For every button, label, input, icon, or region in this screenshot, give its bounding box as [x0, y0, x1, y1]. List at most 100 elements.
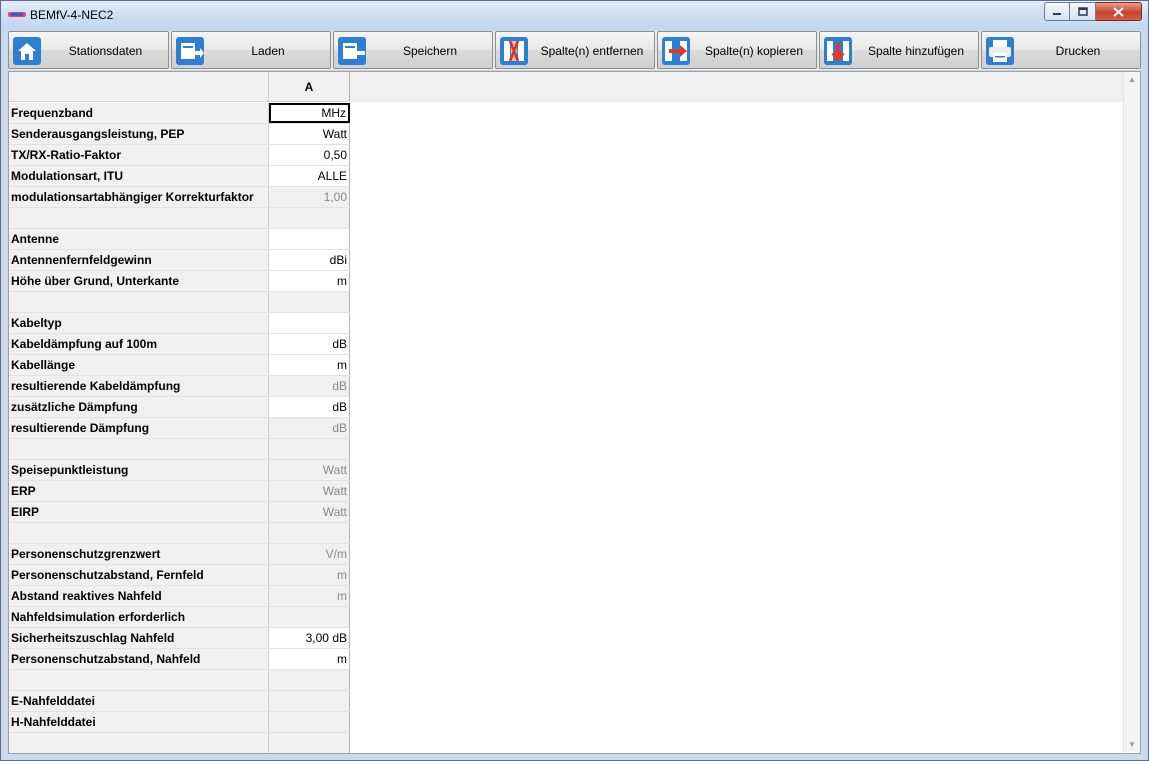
grid-corner — [9, 72, 269, 102]
vertical-scrollbar[interactable]: ▲ ▼ — [1123, 72, 1140, 753]
app-icon — [8, 12, 26, 17]
table-row: resultierende Dämpfung dB — [9, 418, 350, 439]
row-label: Frequenzband — [9, 103, 269, 123]
cell-a[interactable] — [269, 313, 350, 333]
laden-button[interactable]: Laden — [171, 31, 331, 69]
cell-a[interactable]: m — [269, 649, 350, 669]
row-label: Höhe über Grund, Unterkante — [9, 271, 269, 291]
table-row: Antenne — [9, 229, 350, 250]
cell-a: dB — [269, 418, 350, 438]
table-row: Frequenzband MHz — [9, 103, 350, 124]
table-row: resultierende Kabeldämpfung dB — [9, 376, 350, 397]
row-label: resultierende Dämpfung — [9, 418, 269, 438]
table-row: Nahfeldsimulation erforderlich — [9, 607, 350, 628]
table-row: Personenschutzabstand, Nahfeld m — [9, 649, 350, 670]
title-bar: BEMfV-4-NEC2 — [1, 1, 1148, 29]
empty-row — [9, 733, 350, 753]
minimize-button[interactable] — [1044, 2, 1070, 21]
column-header-a[interactable]: A — [269, 72, 350, 102]
cell-a[interactable]: Watt — [269, 124, 350, 144]
table-row — [9, 670, 350, 691]
drucken-button[interactable]: Drucken — [981, 31, 1141, 69]
cell-a: Watt — [269, 502, 350, 522]
table-row: EIRP Watt — [9, 502, 350, 523]
cell-a: Watt — [269, 481, 350, 501]
cell-a — [269, 208, 350, 228]
row-label — [9, 523, 269, 543]
row-label: Sicherheitszuschlag Nahfeld — [9, 628, 269, 648]
window-title: BEMfV-4-NEC2 — [30, 8, 114, 22]
cell-a[interactable]: dBi — [269, 250, 350, 270]
row-label — [9, 670, 269, 690]
cell-a[interactable]: 0,50 — [269, 145, 350, 165]
spalte-hinzufuegen-button[interactable]: Spalte hinzufügen — [819, 31, 979, 69]
cell-a: V/m — [269, 544, 350, 564]
table-row: Kabeltyp — [9, 313, 350, 334]
row-label: Personenschutzgrenzwert — [9, 544, 269, 564]
column-header-band — [350, 72, 1126, 102]
cell-a[interactable]: m — [269, 355, 350, 375]
cell-a[interactable]: MHz — [269, 103, 350, 123]
cell-a[interactable]: ALLE — [269, 166, 350, 186]
toolbar: Stationsdaten Laden Speichern Spalte(n) … — [8, 31, 1141, 70]
cell-a — [269, 439, 350, 459]
speichern-label: Speichern — [402, 44, 458, 58]
save-icon — [338, 37, 366, 65]
row-label: Personenschutzabstand, Nahfeld — [9, 649, 269, 669]
scroll-up-arrow-icon[interactable]: ▲ — [1124, 72, 1140, 88]
cell-a — [269, 691, 350, 711]
cell-a — [269, 523, 350, 543]
spalten-kopieren-label: Spalte(n) kopieren — [704, 44, 804, 58]
table-row: Höhe über Grund, Unterkante m — [9, 271, 350, 292]
row-label: resultierende Kabeldämpfung — [9, 376, 269, 396]
row-label: zusätzliche Dämpfung — [9, 397, 269, 417]
row-label: Antennenfernfeldgewinn — [9, 250, 269, 270]
row-label: Modulationsart, ITU — [9, 166, 269, 186]
close-icon — [1113, 6, 1124, 17]
table-row: Antennenfernfeldgewinn dBi — [9, 250, 350, 271]
row-label: H-Nahfelddatei — [9, 712, 269, 732]
maximize-button[interactable] — [1070, 2, 1096, 21]
data-grid: A Frequenzband MHz Senderausgangsleistung,… — [8, 71, 1141, 754]
row-label: TX/RX-Ratio-Faktor — [9, 145, 269, 165]
table-row: Personenschutzabstand, Fernfeld m — [9, 565, 350, 586]
cell-a[interactable]: dB — [269, 397, 350, 417]
cell-a[interactable] — [269, 229, 350, 249]
drucken-label: Drucken — [1055, 44, 1101, 58]
row-label: EIRP — [9, 502, 269, 522]
table-row: Kabellänge m — [9, 355, 350, 376]
row-label: Kabellänge — [9, 355, 269, 375]
spalten-entfernen-button[interactable]: Spalte(n) entfernen — [495, 31, 655, 69]
close-button[interactable] — [1096, 2, 1142, 21]
cell-a[interactable]: m — [269, 271, 350, 291]
speichern-button[interactable]: Speichern — [333, 31, 493, 69]
load-icon — [176, 37, 204, 65]
cell-a: Watt — [269, 460, 350, 480]
laden-label: Laden — [251, 44, 285, 58]
copy-column-icon — [662, 37, 690, 65]
row-label: modulationsartabhängiger Korrekturfaktor — [9, 187, 269, 207]
cell-a[interactable]: dB — [269, 334, 350, 354]
row-label: E-Nahfelddatei — [9, 691, 269, 711]
cell-a — [269, 670, 350, 690]
table-row: Sicherheitszuschlag Nahfeld 3,00 dB — [9, 628, 350, 649]
spalten-kopieren-button[interactable]: Spalte(n) kopieren — [657, 31, 817, 69]
table-row: Modulationsart, ITU ALLE — [9, 166, 350, 187]
printer-icon — [986, 37, 1014, 65]
cell-a — [269, 712, 350, 732]
cell-a: dB — [269, 376, 350, 396]
remove-column-icon — [500, 37, 528, 65]
table-row: Abstand reaktives Nahfeld m — [9, 586, 350, 607]
row-label — [9, 208, 269, 228]
cell-a[interactable]: 3,00 dB — [269, 628, 350, 648]
table-row — [9, 439, 350, 460]
table-row — [9, 208, 350, 229]
table-row: ERP Watt — [9, 481, 350, 502]
table-row: E-Nahfelddatei — [9, 691, 350, 712]
scroll-down-arrow-icon[interactable]: ▼ — [1124, 737, 1140, 753]
grid-rows: Frequenzband MHz Senderausgangsleistung, P… — [9, 103, 350, 733]
table-row: Kabeldämpfung auf 100m dB — [9, 334, 350, 355]
row-label: Antenne — [9, 229, 269, 249]
row-label: Senderausgangsleistung, PEP — [9, 124, 269, 144]
stationsdaten-button[interactable]: Stationsdaten — [8, 31, 169, 69]
